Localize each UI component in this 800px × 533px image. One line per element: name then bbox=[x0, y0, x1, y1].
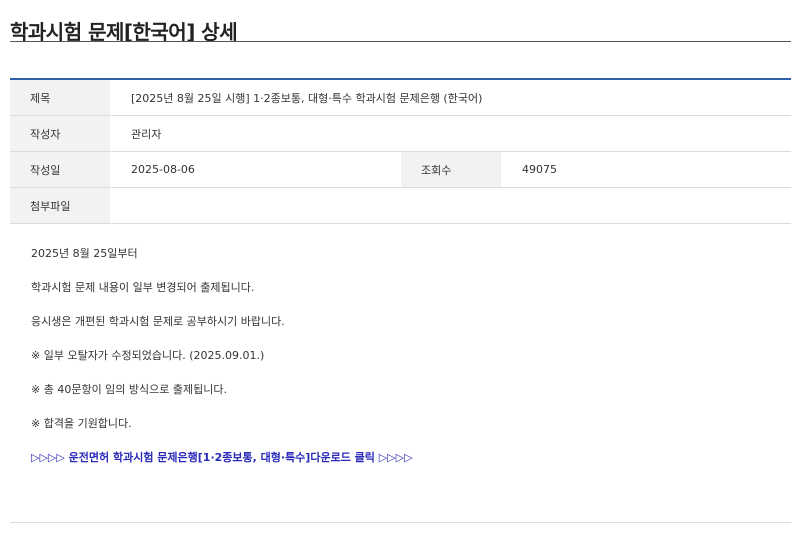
title-divider bbox=[10, 41, 791, 42]
views-value: 49075 bbox=[501, 151, 791, 188]
views-label: 조회수 bbox=[401, 151, 501, 188]
content-paragraph: ※ 총 40문항이 임의 방식으로 출제됩니다. bbox=[31, 383, 227, 396]
date-label: 작성일 bbox=[10, 151, 110, 188]
content-paragraph: 응시생은 개편된 학과시험 문제로 공부하시기 바랍니다. bbox=[31, 315, 285, 328]
subject-label: 제목 bbox=[10, 79, 110, 116]
subject-value: [2025년 8월 25일 시행] 1·2종보통, 대형·특수 학과시험 문제은… bbox=[110, 79, 791, 116]
author-row: 작성자 관리자 bbox=[10, 115, 791, 152]
author-value: 관리자 bbox=[110, 115, 791, 152]
post-content: 2025년 8월 25일부터 학과시험 문제 내용이 일부 변경되어 출제됩니다… bbox=[31, 246, 771, 466]
attachment-value bbox=[110, 187, 791, 224]
bottom-divider bbox=[10, 522, 791, 523]
content-paragraph: ※ 일부 오탈자가 수정되었습니다. (2025.09.01.) bbox=[31, 349, 265, 362]
subject-row: 제목 [2025년 8월 25일 시행] 1·2종보통, 대형·특수 학과시험 … bbox=[10, 79, 791, 116]
attachment-row: 첨부파일 bbox=[10, 187, 791, 224]
content-paragraph: 2025년 8월 25일부터 bbox=[31, 247, 138, 260]
content-paragraph: 학과시험 문제 내용이 일부 변경되어 출제됩니다. bbox=[31, 281, 255, 294]
date-value: 2025-08-06 bbox=[110, 151, 401, 188]
download-link[interactable]: ▷▷▷▷ 운전면허 학과시험 문제은행[1·2종보통, 대형·특수]다운로드 클… bbox=[31, 450, 771, 466]
attachment-label: 첨부파일 bbox=[10, 187, 110, 224]
detail-table: 제목 [2025년 8월 25일 시행] 1·2종보통, 대형·특수 학과시험 … bbox=[10, 78, 791, 224]
date-views-row: 작성일 2025-08-06 조회수 49075 bbox=[10, 151, 791, 188]
author-label: 작성자 bbox=[10, 115, 110, 152]
content-paragraph: ※ 합격을 기원합니다. bbox=[31, 417, 132, 430]
